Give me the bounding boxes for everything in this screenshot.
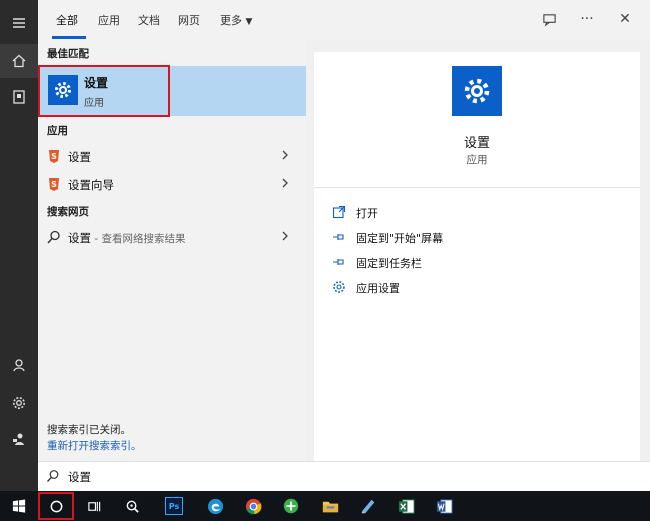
search-box[interactable]: 设置 (38, 461, 650, 491)
app-s-icon: S (49, 150, 59, 163)
web-search-label: 设置 - 查看网络搜索结果 (68, 230, 185, 246)
tab-all[interactable]: 全部 (56, 12, 78, 32)
web-search-suffix: - 查看网络搜索结果 (91, 233, 186, 245)
preview-pane: 设置 应用 打开 固定到"开始"屏幕 固定到任务栏 应用设置 (314, 52, 640, 461)
app-settings-label: 应用设置 (356, 282, 400, 295)
taskbar: Ps (0, 491, 650, 521)
more-icon[interactable]: ··· (578, 10, 596, 28)
list-item-label: 设置 (68, 150, 91, 164)
tab-documents[interactable]: 文档 (138, 12, 160, 32)
section-web: 搜索网页 (47, 206, 89, 218)
highlight-outline (38, 492, 74, 520)
account-button[interactable] (0, 348, 38, 382)
svg-text:S: S (51, 152, 57, 161)
pin-icon (333, 259, 344, 265)
notebook-icon (13, 90, 25, 104)
svg-text:S: S (51, 180, 57, 189)
chevron-down-icon: ▼ (245, 17, 253, 27)
search-icon (47, 230, 60, 244)
hamburger-icon (13, 18, 25, 28)
app-s-icon: S (49, 178, 59, 191)
gear-icon (13, 397, 25, 409)
file-explorer-icon[interactable] (318, 494, 342, 518)
open-action-label: 打开 (356, 207, 378, 220)
chevron-right-icon (282, 178, 288, 188)
highlight-outline (38, 65, 170, 117)
tab-more[interactable]: 更多 ▼ (220, 12, 252, 32)
task-view-icon[interactable] (82, 494, 106, 518)
list-item-label: 设置向导 (68, 178, 114, 192)
photoshop-icon[interactable]: Ps (162, 494, 186, 518)
close-icon[interactable]: ✕ (616, 10, 634, 28)
start-rail (0, 0, 38, 491)
feedback-person-icon (13, 433, 24, 445)
user-icon (13, 359, 25, 372)
preview-subtitle: 应用 (466, 154, 488, 166)
chevron-right-icon (282, 231, 288, 241)
notebook-button[interactable] (0, 80, 38, 114)
search-panel: 全部 应用 文档 网页 更多 ▼ ··· ✕ 最佳匹配 设置 应用 应用 S 设… (38, 0, 650, 491)
chevron-right-icon (282, 150, 288, 160)
pin-to-taskbar-label: 固定到任务栏 (356, 257, 422, 270)
tab-apps[interactable]: 应用 (98, 12, 120, 32)
chrome-icon[interactable] (241, 494, 265, 518)
feedback-icon[interactable] (540, 10, 558, 28)
reenable-index-link[interactable]: 重新打开搜索索引。 (47, 438, 142, 453)
hamburger-menu-button[interactable] (0, 6, 38, 40)
settings-button[interactable] (0, 386, 38, 420)
edge-icon[interactable] (203, 494, 227, 518)
word-icon[interactable] (432, 494, 456, 518)
home-icon (12, 54, 26, 68)
open-icon (332, 205, 346, 219)
preview-title: 设置 (463, 136, 490, 151)
active-tab-indicator (52, 36, 86, 39)
section-apps: 应用 (47, 125, 68, 137)
windows-start-icon[interactable] (7, 494, 31, 518)
web-search-query: 设置 (68, 231, 91, 245)
green-app-icon[interactable] (279, 494, 303, 518)
gear-icon (452, 66, 502, 116)
list-item[interactable]: S 设置 (38, 143, 306, 169)
divider (314, 187, 640, 188)
photoshop-label: Ps (165, 497, 183, 515)
pin-icon (333, 234, 344, 240)
gear-icon (333, 281, 345, 293)
index-off-note: 搜索索引已关闭。 (47, 424, 131, 436)
tab-web[interactable]: 网页 (178, 12, 200, 32)
scope-tabs: 全部 应用 文档 网页 更多 ▼ ··· ✕ (38, 0, 650, 40)
search-input[interactable]: 设置 (68, 469, 91, 485)
results-list: 最佳匹配 设置 应用 应用 S 设置 S 设置向导 搜索网页 设置 - 查看网络… (38, 40, 306, 461)
tab-more-label: 更多 (220, 14, 242, 27)
home-button[interactable] (0, 44, 38, 78)
feedback-rail-button[interactable] (0, 422, 38, 456)
magnifier-app-icon[interactable] (120, 494, 144, 518)
excel-icon[interactable] (394, 494, 418, 518)
search-icon (47, 470, 59, 482)
list-item[interactable]: S 设置向导 (38, 171, 306, 197)
web-search-item[interactable]: 设置 - 查看网络搜索结果 (38, 224, 306, 250)
pin-to-start-label: 固定到"开始"屏幕 (356, 232, 444, 245)
notepad-app-icon[interactable] (356, 494, 380, 518)
section-best-match: 最佳匹配 (47, 48, 89, 60)
